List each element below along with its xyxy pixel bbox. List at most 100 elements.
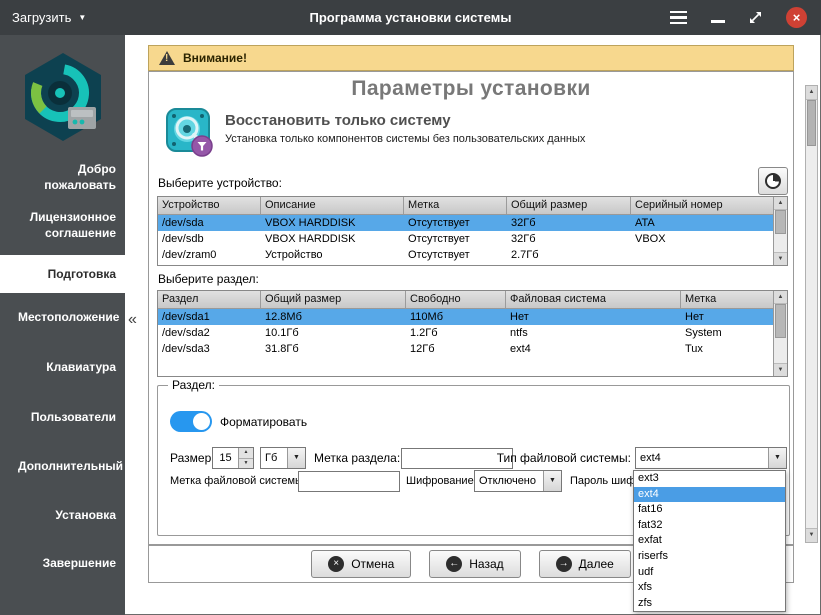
encryption-label: Шифрование: [406,475,477,487]
encryption-select[interactable]: Отключено ▼ [474,470,562,492]
column-header[interactable]: Метка [681,291,774,308]
dropdown-option[interactable]: fat16 [634,502,785,518]
sidebar-item-welcome[interactable]: Добро пожаловать [0,161,125,193]
dropdown-option[interactable]: ext4 [634,487,785,503]
main-scrollbar[interactable]: ▲ ▼ [805,85,818,543]
sidebar-item-additional[interactable]: Дополнительный [0,456,125,476]
cell: 32Гб [507,231,631,247]
next-arrow-icon: → [556,556,572,572]
maximize-icon[interactable] [749,11,762,24]
cell: VBOX HARDDISK [261,231,404,247]
warning-icon [159,51,175,65]
cell: ATA [631,215,774,231]
stepper-up-icon[interactable]: ▲ [239,448,253,459]
size-unit-select[interactable]: Гб ▼ [260,447,306,469]
sidebar: Добро пожаловать Лицензионное соглашение… [0,35,125,615]
next-label: Далее [579,557,614,571]
table-row[interactable]: /dev/sda1 12.8Мб 110Мб Нет Нет [158,309,787,325]
table-row[interactable]: /dev/zram0 Устройство Отсутствует 2.7Гб [158,247,787,263]
fs-type-dropdown-list: ext3 ext4 fat16 fat32 exfat riserfs udf … [633,470,786,612]
sidebar-item-install[interactable]: Установка [0,505,125,525]
scrollbar-thumb[interactable] [807,100,816,146]
distro-logo-icon [20,51,106,152]
fs-label-input[interactable] [298,471,400,492]
installer-window: Загрузить ▼ Программа установки системы … [0,0,821,615]
device-table-scrollbar[interactable]: ▲ ▼ [773,197,787,265]
scroll-down-icon[interactable]: ▼ [774,363,787,376]
dropdown-option[interactable]: xfs [634,580,785,596]
disk-search-icon [165,105,213,162]
sidebar-item-license[interactable]: Лицензионное соглашение [0,209,125,241]
column-header[interactable]: Устройство [158,197,261,214]
cell: VBOX HARDDISK [261,215,404,231]
table-row[interactable]: /dev/sda3 31.8Гб 12Гб ext4 Tux [158,341,787,357]
scrollbar-thumb[interactable] [775,210,786,234]
column-header[interactable]: Раздел [158,291,261,308]
sidebar-item-keyboard[interactable]: Клавиатура [0,357,125,377]
scroll-up-icon[interactable]: ▲ [774,291,787,304]
minimize-button[interactable] [711,20,725,23]
cell: 12.8Мб [261,309,406,325]
back-button[interactable]: ← Назад [429,550,520,578]
cell: 110Мб [406,309,506,325]
warning-text: Внимание! [183,51,247,65]
cell: 1.2Гб [406,325,506,341]
column-header[interactable]: Общий размер [261,291,406,308]
sidebar-item-location[interactable]: Местоположение [0,307,125,327]
sidebar-item-users[interactable]: Пользователи [0,407,125,427]
cell: Нет [506,309,681,325]
dropdown-option[interactable]: ext3 [634,471,785,487]
dropdown-option[interactable]: zfs [634,596,785,612]
partition-table-header: Раздел Общий размер Свободно Файловая си… [158,291,787,309]
partition-label-label: Метка раздела: [314,451,400,465]
menu-icon[interactable] [670,11,687,25]
column-header[interactable]: Метка [404,197,507,214]
scrollbar-thumb[interactable] [775,304,786,338]
table-row[interactable]: /dev/sda VBOX HARDDISK Отсутствует 32Гб … [158,215,787,231]
table-row[interactable]: /dev/sda2 10.1Гб 1.2Гб ntfs System [158,325,787,341]
dropdown-option[interactable]: riserfs [634,549,785,565]
load-menu-button[interactable]: Загрузить ▼ [12,0,86,35]
size-stepper[interactable]: 15 ▲ ▼ [212,447,254,469]
encryption-password-label: Пароль шифр [570,475,641,487]
cell: Устройство [261,247,404,263]
cell: Нет [681,309,774,325]
scroll-up-icon[interactable]: ▲ [806,86,817,100]
size-label: Размер: [170,451,215,465]
cell: /dev/sda3 [158,341,261,357]
group-title: Раздел: [168,378,219,392]
column-header[interactable]: Общий размер [507,197,631,214]
cell: Отсутствует [404,231,507,247]
pie-chart-icon [765,173,781,189]
encryption-value: Отключено [475,471,543,491]
cell: /dev/sdb [158,231,261,247]
cell: Отсутствует [404,247,507,263]
cell: Tux [681,341,774,357]
column-header[interactable]: Описание [261,197,404,214]
next-button[interactable]: → Далее [539,550,631,578]
partition-table-scrollbar[interactable]: ▲ ▼ [773,291,787,376]
table-row[interactable]: /dev/sdb VBOX HARDDISK Отсутствует 32Гб … [158,231,787,247]
scroll-down-icon[interactable]: ▼ [806,528,817,542]
dropdown-option[interactable]: udf [634,565,785,581]
close-button[interactable]: × [786,7,807,28]
format-toggle[interactable] [170,411,212,432]
dropdown-option[interactable]: exfat [634,533,785,549]
sidebar-collapse-button[interactable]: « [128,310,137,330]
fs-type-select[interactable]: ext4 ▼ [635,447,787,469]
warning-banner: Внимание! [148,45,794,71]
mode-title: Восстановить только систему [225,112,451,129]
column-header[interactable]: Серийный номер [631,197,774,214]
sidebar-item-preparation[interactable]: Подготовка [0,255,125,293]
cell: /dev/sda2 [158,325,261,341]
stepper-down-icon[interactable]: ▼ [239,459,253,469]
disk-usage-button[interactable] [758,167,788,195]
column-header[interactable]: Файловая система [506,291,681,308]
scroll-down-icon[interactable]: ▼ [774,252,787,265]
dropdown-option[interactable]: fat32 [634,518,785,534]
chevron-down-icon: ▼ [768,448,786,468]
scroll-up-icon[interactable]: ▲ [774,197,787,210]
cancel-button[interactable]: × Отмена [311,550,411,578]
column-header[interactable]: Свободно [406,291,506,308]
sidebar-item-finish[interactable]: Завершение [0,553,125,573]
